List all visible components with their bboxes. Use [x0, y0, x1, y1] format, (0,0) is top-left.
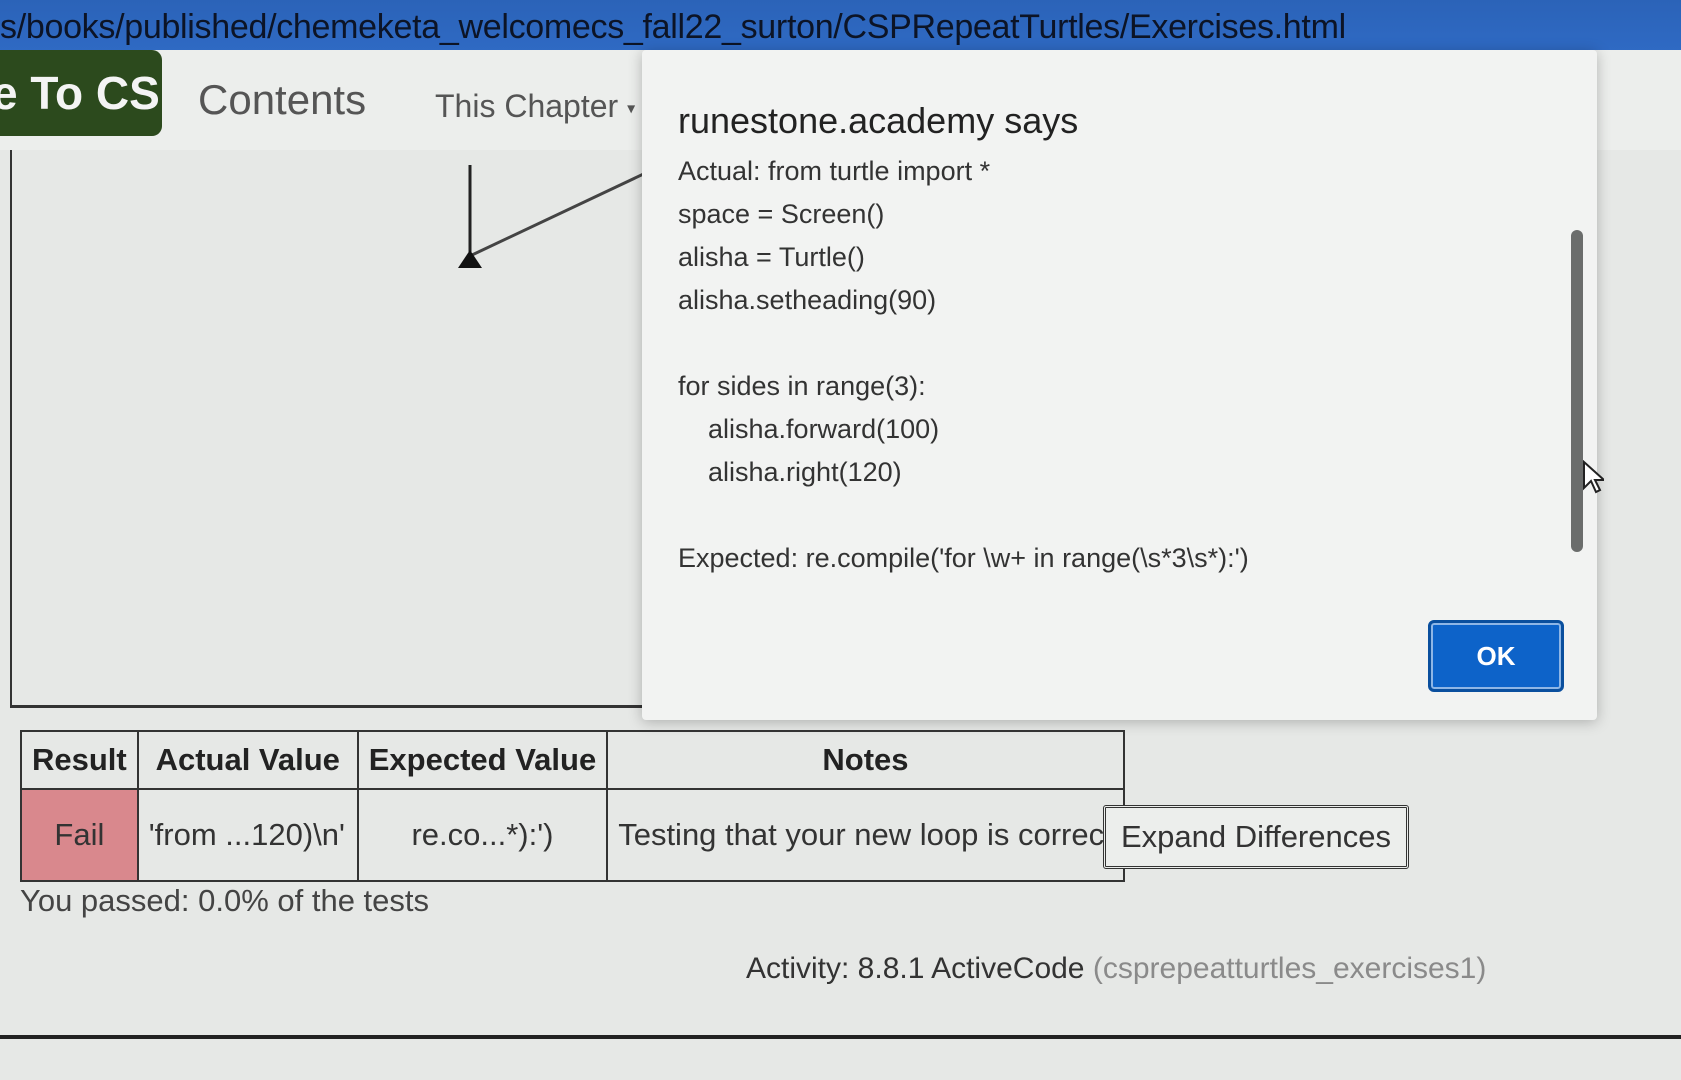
expected-value-cell: re.co...*):') [356, 788, 609, 882]
expand-differences-button[interactable]: Expand Differences [1103, 805, 1409, 869]
url-text[interactable]: s/books/published/chemeketa_welcomecs_fa… [0, 8, 1346, 47]
passed-summary: You passed: 0.0% of the tests [20, 883, 430, 918]
section-divider [0, 1035, 1681, 1039]
header-notes: Notes [606, 730, 1125, 790]
brand-logo[interactable]: e To CS [0, 50, 162, 136]
mouse-cursor-icon [1583, 460, 1604, 494]
notes-cell: Testing that your new loop is correct [606, 788, 1125, 882]
activity-title: Activity: 8.8.1 ActiveCode [746, 952, 1085, 985]
turtle-drawing [458, 165, 653, 268]
table-header-row: Result Actual Value Expected Value Notes [20, 730, 1125, 790]
alert-dialog: runestone.academy says Actual: from turt… [642, 50, 1597, 720]
header-expected-value: Expected Value [356, 730, 609, 790]
dialog-title: runestone.academy says [678, 100, 1079, 141]
ok-button[interactable]: OK [1428, 620, 1564, 692]
nav-chapter-label: This Chapter [435, 88, 619, 124]
nav-contents-link[interactable]: Contents [198, 76, 366, 124]
turtle-line-diagonal [471, 168, 653, 257]
table-row: Fail 'from ...120)\n' re.co...*):') Test… [20, 788, 1125, 882]
activity-label: Activity: 8.8.1 ActiveCode (csprepeattur… [746, 952, 1486, 986]
turtle-canvas [10, 150, 653, 708]
result-fail-cell: Fail [20, 788, 139, 882]
nav-this-chapter-dropdown[interactable]: This Chapter ▾ [435, 88, 635, 125]
dialog-scrollbar[interactable] [1571, 230, 1583, 552]
results-table: Result Actual Value Expected Value Notes… [20, 730, 1125, 882]
chevron-down-icon: ▾ [627, 100, 636, 118]
header-actual-value: Actual Value [136, 730, 359, 790]
actual-value-cell: 'from ...120)\n' [136, 788, 359, 882]
header-result: Result [20, 730, 139, 790]
dialog-message: Actual: from turtle import * space = Scr… [678, 156, 1249, 573]
activity-code: (csprepeatturtles_exercises1) [1092, 952, 1487, 985]
